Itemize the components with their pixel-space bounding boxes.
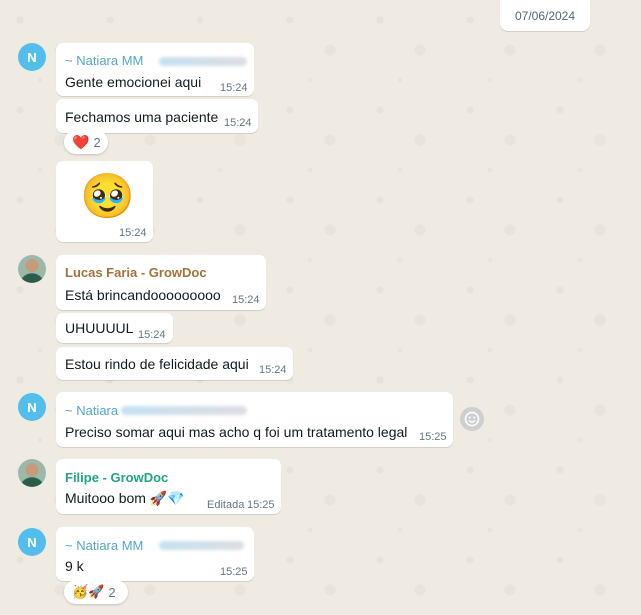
avatar[interactable] xyxy=(18,255,46,283)
message-text: Gente emocionei aqui xyxy=(65,74,202,90)
redacted-phone xyxy=(159,57,247,66)
smiley-icon[interactable] xyxy=(460,407,484,431)
avatar[interactable]: N xyxy=(18,393,46,421)
avatar[interactable] xyxy=(18,459,46,487)
message-time: 15:24 xyxy=(232,294,260,306)
avatar[interactable]: N xyxy=(18,43,46,71)
message-bubble[interactable]: Fechamos uma paciente 15:24 xyxy=(56,99,258,133)
sender-name[interactable]: Lucas Faria - GrowDoc xyxy=(65,265,207,280)
party-rocket-emoji: 🥳🚀 xyxy=(72,584,105,599)
reaction-count: 2 xyxy=(108,584,116,600)
message-text: 9 k xyxy=(65,558,84,574)
message-bubble[interactable]: UHUUUUL 15:24 xyxy=(56,313,173,343)
message-time: 15:24 xyxy=(224,117,252,129)
message-text: Muitooo bom 🚀💎 xyxy=(65,490,185,506)
message-bubble[interactable]: Filipe - GrowDoc Muitooo bom 🚀💎 Editada … xyxy=(56,459,281,514)
redacted-phone xyxy=(121,406,247,415)
sender-name[interactable]: ~ Natiara MM xyxy=(65,53,143,68)
date-divider: 07/06/2024 xyxy=(500,0,590,31)
sender-name[interactable]: Filipe - GrowDoc xyxy=(65,470,168,485)
edited-label: Editada xyxy=(207,499,245,511)
reaction-badge[interactable]: ❤️ 2 xyxy=(64,130,108,154)
message-time: 15:25 xyxy=(247,499,275,511)
message-bubble[interactable]: Estou rindo de felicidade aqui 15:24 xyxy=(56,347,293,380)
heart-icon: ❤️ xyxy=(72,133,90,150)
message-bubble[interactable]: ~ Natiara MM Gente emocionei aqui 15:24 xyxy=(56,43,254,96)
message-time: 15:24 xyxy=(220,82,248,94)
message-time: 15:25 xyxy=(220,566,248,578)
rocket-diamond-emoji: 🚀💎 xyxy=(149,490,185,506)
message-time: 15:24 xyxy=(138,329,166,341)
emoji-message-bubble[interactable]: 🥹 15:24 xyxy=(56,161,153,242)
message-text: Preciso somar aqui mas acho q foi um tra… xyxy=(65,424,408,440)
message-text: Estou rindo de felicidade aqui xyxy=(65,356,249,372)
message-bubble[interactable]: Lucas Faria - GrowDoc Está brincandooooo… xyxy=(56,255,266,310)
message-time: 15:24 xyxy=(259,364,287,376)
message-time: 15:24 xyxy=(119,227,147,239)
message-text: Fechamos uma paciente xyxy=(65,109,219,125)
redacted-phone xyxy=(159,541,244,550)
sender-name[interactable]: ~ Natiara xyxy=(65,403,118,418)
smiley-icon-glyph xyxy=(464,411,480,427)
message-text: UHUUUUL xyxy=(65,320,134,336)
pleading-face-emoji: 🥹 xyxy=(80,172,135,221)
avatar[interactable]: N xyxy=(18,528,46,556)
date-label: 07/06/2024 xyxy=(514,8,576,23)
sender-name[interactable]: ~ Natiara MM xyxy=(65,538,143,553)
reaction-badge[interactable]: 🥳🚀 2 xyxy=(64,580,128,604)
reaction-count: 2 xyxy=(93,134,101,150)
message-bubble[interactable]: ~ Natiara Preciso somar aqui mas acho q … xyxy=(56,392,453,447)
message-text: Está brincandooooooooo xyxy=(65,287,221,303)
message-time: 15:25 xyxy=(419,431,447,443)
message-bubble[interactable]: ~ Natiara MM 9 k 15:25 xyxy=(56,527,254,581)
